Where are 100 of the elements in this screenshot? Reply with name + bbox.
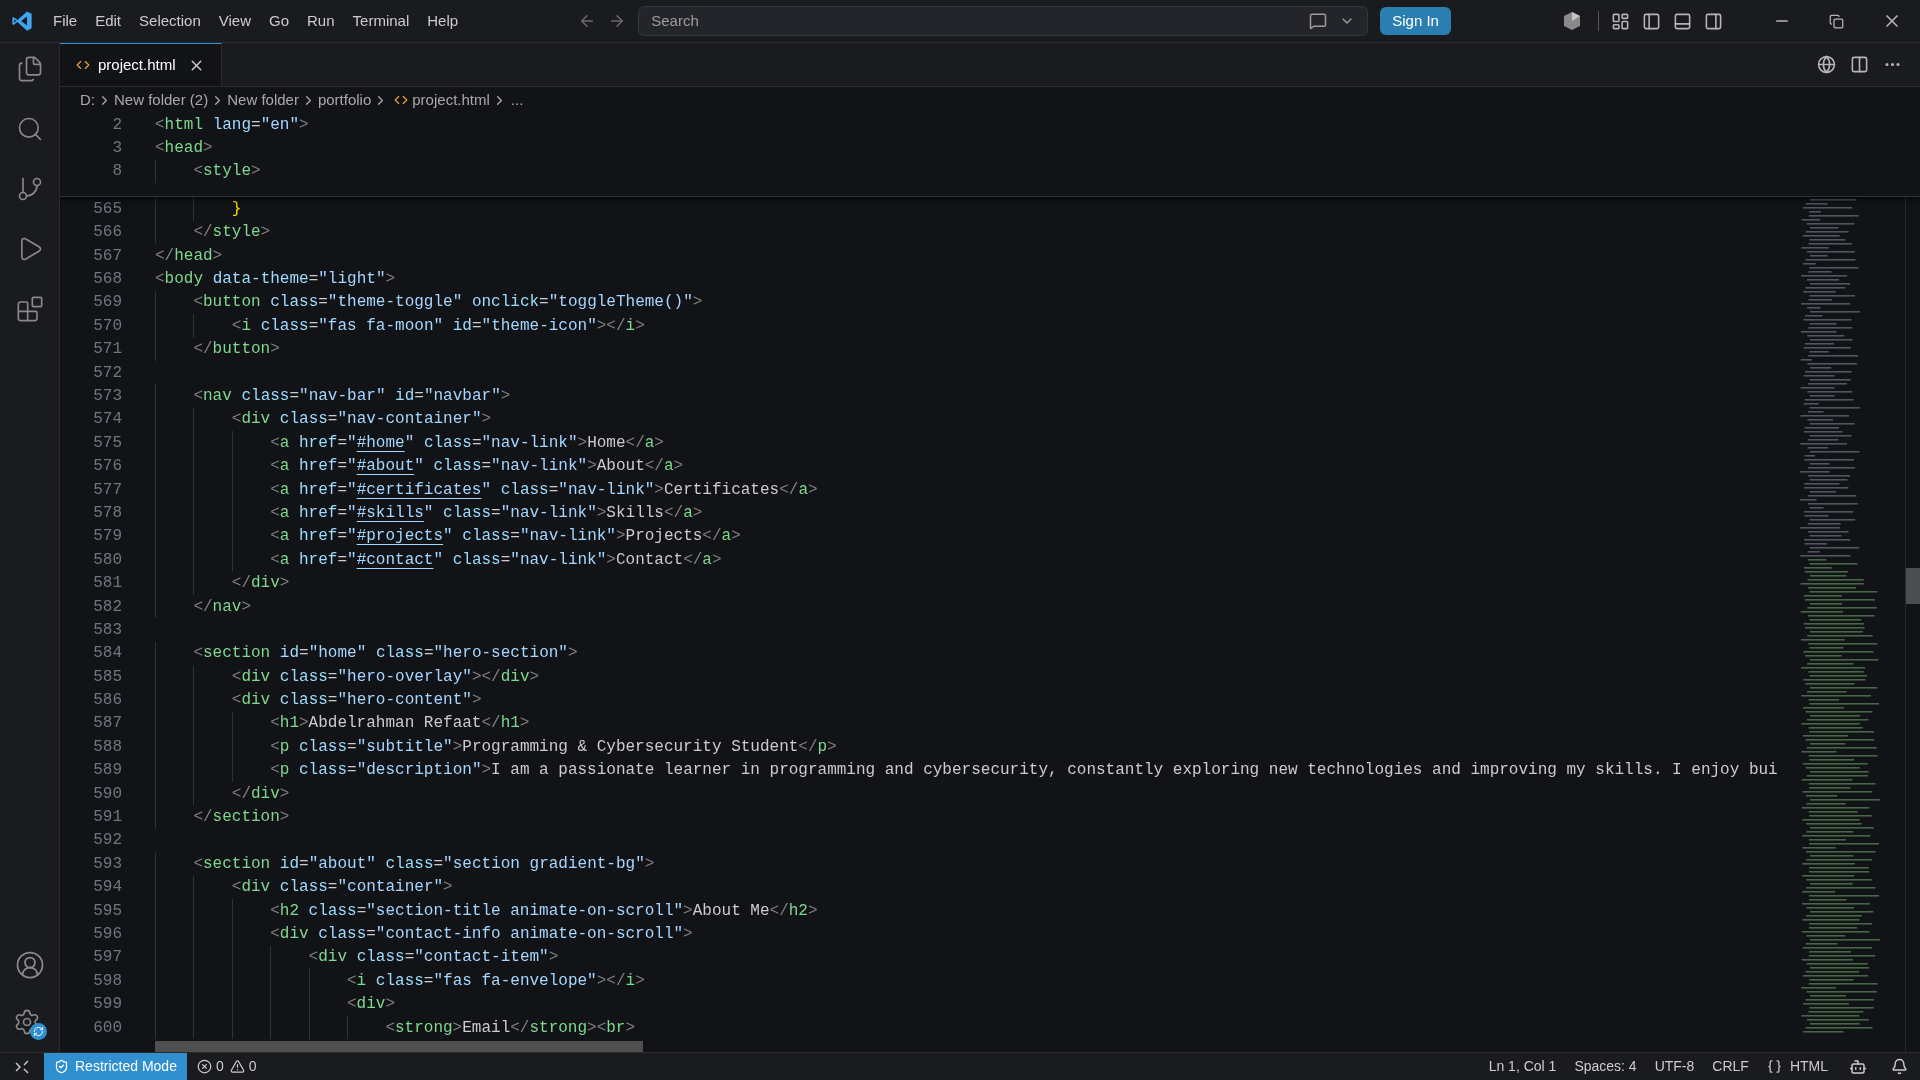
code-line: <p class="description">I am a passionate learner in programming and cybersecurity, constantly exploring new technologies and improving my skills. I enjoy bui [270, 760, 1778, 782]
code-line: <div class="hero-content"> [231, 690, 482, 712]
code-line: <body data-theme="light"> [155, 269, 396, 291]
line-number: 594 [92, 877, 122, 899]
line-number: 593 [92, 853, 122, 875]
status-item[interactable]: Spaces: 4 [1565, 1056, 1646, 1077]
line-number: 579 [92, 526, 122, 548]
line-number: 582 [92, 596, 122, 618]
chat-icon[interactable] [1309, 12, 1328, 30]
notifications-icon[interactable] [1891, 1058, 1908, 1075]
line-number: 598 [92, 970, 122, 992]
line-number: 587 [92, 713, 122, 735]
line-number: 589 [92, 760, 122, 782]
breadcrumb-item[interactable]: portfolio [317, 88, 372, 112]
code-line: <a href="#home" class="nav-link">Home</a> [270, 432, 664, 454]
code-line: <style> [193, 161, 261, 183]
line-number: 569 [92, 292, 122, 314]
status-item[interactable]: CRLF [1703, 1056, 1758, 1077]
line-number: 578 [92, 502, 122, 524]
editor-tab[interactable]: project.html [60, 43, 222, 86]
line-number: 600 [92, 1017, 122, 1039]
menu-item[interactable]: Selection [130, 6, 210, 36]
line-number: 2 [111, 114, 122, 136]
line-number: 584 [92, 643, 122, 665]
breadcrumb-item[interactable]: ... [508, 88, 526, 112]
code-line: <div> [347, 994, 396, 1016]
line-number: 592 [92, 830, 122, 852]
line-number: 583 [92, 619, 122, 641]
line-number: 595 [92, 900, 122, 922]
line-number: 575 [92, 432, 122, 454]
line-number: 566 [92, 222, 122, 244]
line-number: 597 [92, 947, 122, 969]
menu-item[interactable]: Go [260, 6, 298, 36]
search-field[interactable]: Search [651, 9, 1310, 33]
breadcrumb-item[interactable]: project.html [412, 88, 490, 112]
line-number: 571 [92, 339, 122, 361]
line-number: 585 [92, 666, 122, 688]
menu-item[interactable]: Run [298, 6, 344, 36]
globe-icon[interactable] [1817, 55, 1836, 74]
breadcrumb-item[interactable]: New folder (2) [114, 88, 209, 112]
code-line: <p class="subtitle">Programming & Cybersecurity Student</p> [270, 736, 837, 758]
language-mode[interactable]: HTML [1757, 1056, 1837, 1077]
search-bar[interactable]: Search [638, 6, 1369, 36]
line-number: 573 [92, 386, 122, 407]
panel-bottom-icon[interactable] [1673, 11, 1692, 31]
code-line: <h1>Abdelrahman Refaat</h1> [270, 713, 530, 735]
code-line: <div class="hero-overlay"></div> [231, 666, 540, 688]
scrollbar-thumb[interactable] [1906, 568, 1920, 604]
code-line: <strong>Email</strong><br> [385, 1017, 636, 1039]
menu-item[interactable]: Terminal [343, 6, 419, 36]
line-number: 565 [92, 198, 122, 220]
code-line: <div class="contact-info animate-on-scroll"> [270, 924, 693, 945]
line-number: 596 [92, 924, 122, 945]
menu-item[interactable]: View [209, 6, 260, 36]
breadcrumb-item[interactable]: D: [80, 88, 95, 112]
line-number: 574 [92, 409, 122, 431]
code-line: <a href="#skills" class="nav-link">Skills</a> [270, 502, 703, 524]
html-file-icon [394, 93, 409, 107]
code-line: </head> [155, 245, 223, 267]
problems-indicator[interactable]: 0 0 [196, 1056, 257, 1077]
code-line: </button> [193, 339, 280, 361]
code-line: <a href="#about" class="nav-link">About</a> [270, 456, 684, 478]
code-line: </div> [231, 783, 290, 805]
shield-icon [54, 1059, 69, 1074]
status-item[interactable]: UTF-8 [1645, 1056, 1704, 1077]
line-number: 576 [92, 456, 122, 478]
restore-icon[interactable] [1829, 13, 1844, 29]
account-icon[interactable] [14, 950, 45, 980]
status-item[interactable]: Ln 1, Col 1 [1479, 1056, 1566, 1077]
breadcrumb-item[interactable]: New folder [227, 88, 299, 112]
panel-left-icon[interactable] [1642, 11, 1661, 31]
sign-in-button[interactable]: Sign In [1380, 7, 1451, 35]
layout-icon[interactable] [1611, 11, 1630, 31]
line-number: 577 [92, 479, 122, 501]
copilot-icon[interactable] [1849, 1057, 1867, 1076]
code-line: <i class="fas fa-envelope"></i> [347, 970, 645, 992]
extensions-icon[interactable] [15, 295, 44, 323]
braces-icon [1766, 1059, 1782, 1074]
code-line: <div class="container"> [231, 877, 453, 899]
app-logo-icon [11, 10, 33, 32]
line-number: 586 [92, 690, 122, 712]
code-line: <div class="nav-container"> [231, 409, 492, 431]
code-line: <a href="#certificates" class="nav-link">Certificates</a> [270, 479, 818, 501]
remote-icon[interactable] [14, 1058, 30, 1075]
line-number: 580 [92, 549, 122, 571]
panel-right-icon[interactable] [1704, 11, 1723, 31]
menu-item[interactable]: Help [418, 6, 468, 36]
menu-item[interactable]: File [44, 6, 87, 36]
accounts-cube-icon[interactable] [1562, 11, 1582, 31]
code-line: <nav class="nav-bar" id="navbar"> [193, 386, 511, 407]
code-line: </style> [193, 222, 271, 244]
code-line: <section id="about" class="section gradient-bg"> [193, 853, 655, 875]
code-line: } [231, 198, 242, 220]
split-editor-icon[interactable] [1850, 55, 1869, 74]
code-line: </section> [193, 807, 290, 829]
code-line: <div class="contact-item"> [308, 947, 559, 969]
line-number: 588 [92, 736, 122, 758]
menu-item[interactable]: Edit [86, 6, 131, 36]
horizontal-scrollbar-thumb[interactable] [155, 1041, 643, 1052]
restricted-mode-badge[interactable]: Restricted Mode [44, 1053, 187, 1080]
